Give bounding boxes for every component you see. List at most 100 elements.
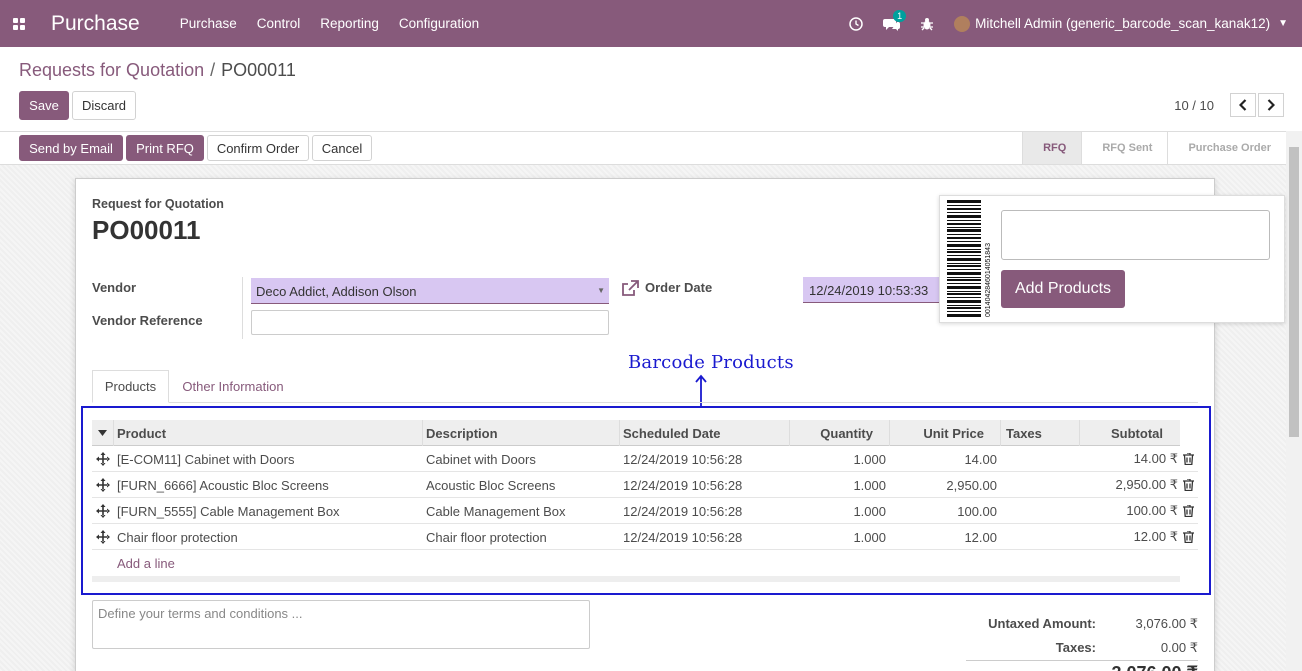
status-step-rfq-sent[interactable]: RFQ Sent: [1081, 132, 1167, 164]
tab-products[interactable]: Products: [92, 370, 169, 403]
trash-icon[interactable]: [1183, 453, 1194, 465]
drag-handle-icon[interactable]: [96, 530, 110, 544]
column-header-scheduled-date[interactable]: Scheduled Date: [620, 420, 790, 446]
row-product: [FURN_6666] Acoustic Bloc Screens: [117, 477, 329, 493]
terms-conditions-input[interactable]: Define your terms and conditions ...: [92, 600, 590, 649]
totals-divider: [966, 660, 1198, 661]
discard-button[interactable]: Discard: [72, 91, 136, 120]
order-date-label: Order Date: [645, 280, 713, 295]
barcode-input[interactable]: [1001, 210, 1270, 260]
breadcrumb-parent[interactable]: Requests for Quotation: [19, 60, 204, 80]
messages-icon[interactable]: 1: [883, 9, 907, 31]
total-amount-value: 3,076.00 ₹: [1100, 663, 1198, 671]
trash-icon[interactable]: [1183, 479, 1194, 491]
drag-handle-icon[interactable]: [96, 478, 110, 492]
document-name: PO00011: [92, 215, 201, 245]
menu-reporting[interactable]: Reporting: [320, 16, 379, 31]
row-subtotal: 14.00 ₹: [1133, 451, 1178, 466]
row-quantity: 1.000: [853, 529, 886, 545]
top-navbar: Purchase Purchase Control Reporting Conf…: [0, 0, 1302, 47]
table-row[interactable]: [E-COM11] Cabinet with Doors Cabinet wit…: [92, 446, 1198, 472]
row-scheduled-date: 12/24/2019 10:56:28: [623, 451, 743, 467]
status-step-purchase-order[interactable]: Purchase Order: [1167, 132, 1286, 164]
menu-configuration[interactable]: Configuration: [399, 16, 479, 31]
row-quantity: 1.000: [853, 451, 886, 467]
row-description: Cable Management Box: [426, 503, 566, 519]
table-row[interactable]: Chair floor protection Chair floor prote…: [92, 524, 1198, 550]
document-type-label: Request for Quotation: [92, 197, 224, 211]
status-step-rfq[interactable]: RFQ: [1022, 132, 1082, 164]
user-caret-icon[interactable]: ▼: [1278, 18, 1288, 29]
add-products-button[interactable]: Add Products: [1001, 270, 1125, 308]
label-divider: [242, 277, 243, 339]
order-lines-table: Product Description Scheduled Date Quant…: [92, 420, 1198, 582]
trash-icon[interactable]: [1183, 531, 1194, 543]
barcode-number: 0014042846014051843: [985, 243, 992, 317]
vendor-value: Deco Addict, Addison Olson: [256, 284, 417, 299]
column-header-unit-price[interactable]: Unit Price: [890, 420, 1001, 446]
vendor-select[interactable]: Deco Addict, Addison Olson ▼: [251, 278, 609, 304]
column-header-subtotal[interactable]: Subtotal: [1080, 420, 1180, 446]
table-footer: [92, 576, 1180, 582]
table-row[interactable]: [FURN_6666] Acoustic Bloc Screens Acoust…: [92, 472, 1198, 498]
debug-bug-icon[interactable]: [920, 17, 934, 31]
row-quantity: 1.000: [853, 503, 886, 519]
page-scrollbar[interactable]: [1286, 131, 1302, 671]
pager-value[interactable]: 10 / 10: [1174, 98, 1214, 113]
row-scheduled-date: 12/24/2019 10:56:28: [623, 477, 743, 493]
vendor-reference-input[interactable]: [251, 310, 609, 335]
column-header-taxes[interactable]: Taxes: [1001, 420, 1080, 446]
trash-icon[interactable]: [1183, 505, 1194, 517]
column-header-description[interactable]: Description: [423, 420, 620, 446]
table-row[interactable]: [FURN_5555] Cable Management Box Cable M…: [92, 498, 1198, 524]
external-link-icon[interactable]: [621, 280, 639, 298]
menu-control[interactable]: Control: [257, 16, 301, 31]
pager-previous-button[interactable]: [1230, 93, 1256, 117]
send-by-email-button[interactable]: Send by Email: [19, 135, 123, 161]
messages-badge: 1: [893, 9, 907, 22]
column-header-product[interactable]: Product: [114, 420, 423, 446]
row-description: Chair floor protection: [426, 529, 547, 545]
order-date-input[interactable]: 12/24/2019 10:53:33: [803, 277, 943, 303]
row-subtotal: 12.00 ₹: [1133, 529, 1178, 544]
apps-menu-icon[interactable]: [0, 0, 38, 47]
pager-next-button[interactable]: [1258, 93, 1284, 117]
table-header: Product Description Scheduled Date Quant…: [92, 420, 1180, 446]
add-line-row: Add a line: [92, 550, 1198, 576]
scrollbar-thumb[interactable]: [1289, 147, 1299, 437]
row-unit-price: 12.00: [964, 529, 997, 545]
taxes-label: Taxes:: [1055, 640, 1096, 655]
breadcrumb-current: PO00011: [221, 60, 296, 80]
row-scheduled-date: 12/24/2019 10:56:28: [623, 503, 743, 519]
navbar-systray: 1 Mitchell Admin (generic_barcode_scan_k…: [829, 0, 1288, 47]
print-rfq-button[interactable]: Print RFQ: [126, 135, 204, 161]
user-avatar[interactable]: [954, 15, 971, 32]
row-product: [E-COM11] Cabinet with Doors: [117, 451, 295, 467]
vendor-label: Vendor: [92, 280, 137, 295]
dropdown-caret-icon[interactable]: ▼: [597, 286, 605, 295]
drag-handle-icon[interactable]: [96, 452, 110, 466]
status-steps: RFQ RFQ Sent Purchase Order: [1022, 132, 1286, 164]
column-header-quantity[interactable]: Quantity: [790, 420, 890, 446]
save-button[interactable]: Save: [19, 91, 69, 120]
taxes-value: 0.00 ₹: [1160, 640, 1198, 655]
user-name[interactable]: Mitchell Admin (generic_barcode_scan_kan…: [975, 16, 1270, 31]
row-description: Cabinet with Doors: [426, 451, 536, 467]
row-description: Acoustic Bloc Screens: [426, 477, 556, 493]
chevron-right-icon: [1267, 99, 1275, 111]
app-name[interactable]: Purchase: [51, 12, 140, 36]
add-a-line-link[interactable]: Add a line: [117, 556, 175, 571]
row-product: Chair floor protection: [117, 529, 238, 545]
row-unit-price: 2,950.00: [946, 477, 997, 493]
row-quantity: 1.000: [853, 477, 886, 493]
drag-handle-icon[interactable]: [96, 504, 110, 518]
activity-clock-icon[interactable]: [849, 16, 863, 31]
confirm-order-button[interactable]: Confirm Order: [207, 135, 309, 161]
menu-purchase[interactable]: Purchase: [180, 16, 237, 31]
sort-caret-icon[interactable]: [92, 420, 114, 446]
tab-other-information[interactable]: Other Information: [172, 370, 294, 403]
vendor-reference-label: Vendor Reference: [92, 313, 203, 328]
row-product: [FURN_5555] Cable Management Box: [117, 503, 340, 519]
cancel-button[interactable]: Cancel: [312, 135, 372, 161]
row-unit-price: 14.00: [964, 451, 997, 467]
